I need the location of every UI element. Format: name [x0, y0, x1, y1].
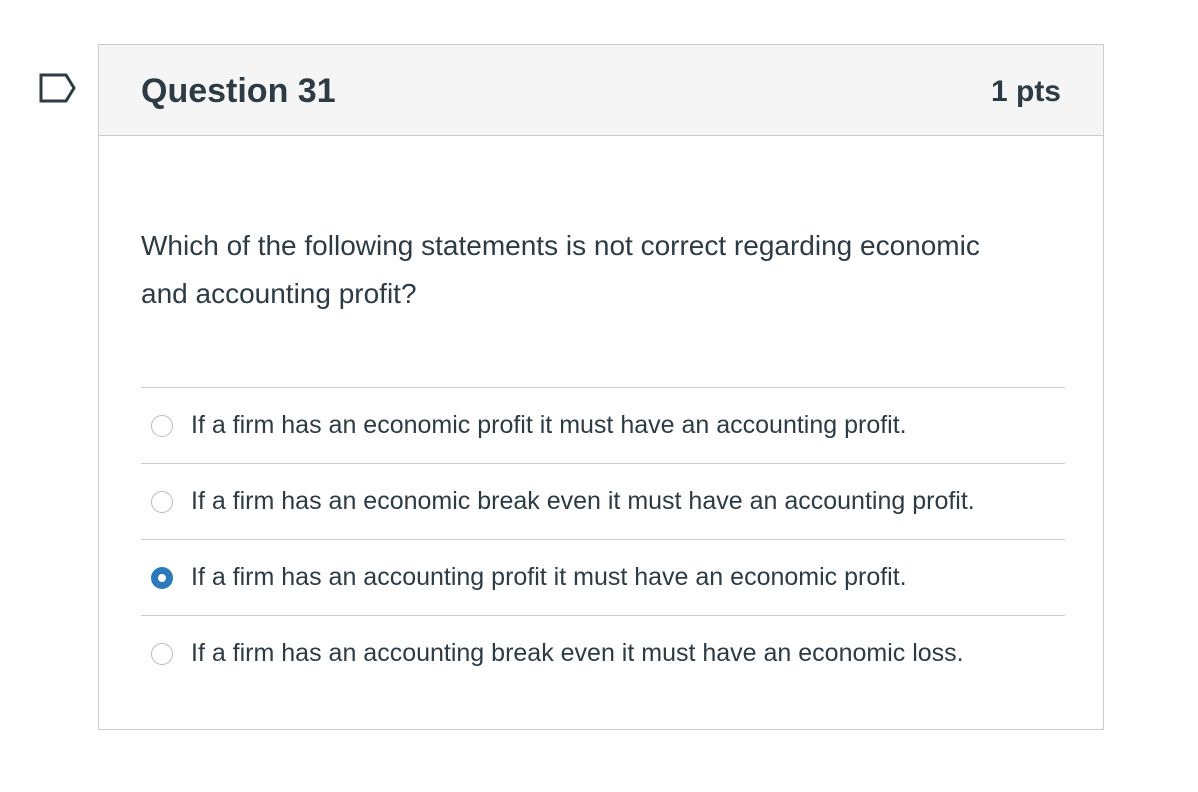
radio-button[interactable]	[151, 490, 173, 513]
answer-label: If a firm has an accounting break even i…	[191, 639, 964, 667]
question-title: Question 31	[141, 72, 336, 110]
question-text: Which of the following statements is not…	[141, 230, 980, 309]
answer-label: If a firm has an economic break even it …	[191, 487, 975, 515]
radio-button[interactable]	[151, 414, 173, 437]
question-points: 1 pts	[990, 75, 1061, 108]
radio-button[interactable]	[151, 566, 173, 589]
answer-label: If a firm has an accounting profit it mu…	[191, 563, 907, 591]
question-card: Question 31 1 pts Which of the following…	[98, 44, 1104, 730]
question-header: Question 31 1 pts	[99, 45, 1103, 136]
answer-label: If a firm has an economic profit it must…	[191, 411, 907, 439]
flag-question-icon[interactable]	[38, 72, 78, 104]
answer-list: If a firm has an economic profit it must…	[141, 387, 1065, 691]
answer-option[interactable]: If a firm has an accounting profit it mu…	[141, 539, 1065, 615]
answer-option[interactable]: If a firm has an accounting break even i…	[141, 615, 1065, 691]
answer-option[interactable]: If a firm has an economic break even it …	[141, 463, 1065, 539]
radio-button[interactable]	[151, 642, 173, 665]
answer-option[interactable]: If a firm has an economic profit it must…	[141, 387, 1065, 463]
